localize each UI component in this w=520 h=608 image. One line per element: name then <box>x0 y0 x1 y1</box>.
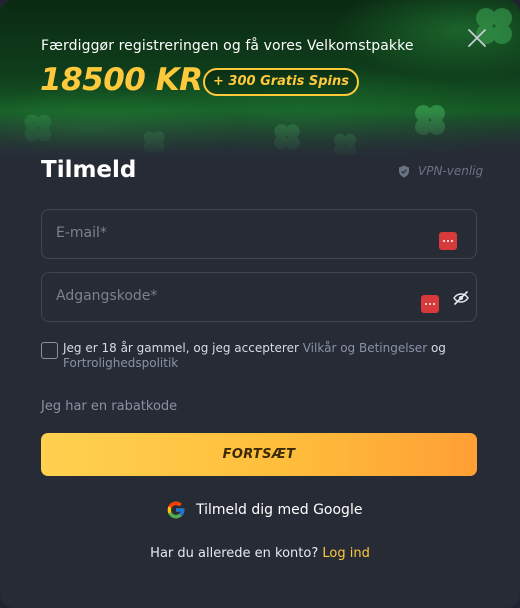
promo-amount: 18500 KR <box>40 62 203 98</box>
password-manager-icon[interactable] <box>439 232 457 250</box>
email-field[interactable]: E-mail* <box>41 209 477 259</box>
vpn-label: VPN-venlig <box>418 164 484 178</box>
free-spins-badge: + 300 Gratis Spins <box>203 68 359 96</box>
terms-text: Jeg er 18 år gammel, og jeg accepterer V… <box>63 341 463 371</box>
banner-fade <box>0 110 520 160</box>
login-row: Har du allerede en konto? Log ind <box>0 546 520 561</box>
promo-subtitle: Færdiggør registreringen og få vores Vel… <box>41 38 414 54</box>
privacy-link[interactable]: Fortrolighedspolitik <box>63 356 178 370</box>
google-label: Tilmeld dig med Google <box>196 502 363 518</box>
vpn-indicator: VPN-venlig <box>398 164 483 178</box>
close-icon[interactable] <box>466 27 488 49</box>
terms-link[interactable]: Vilkår og Betingelser <box>303 341 427 355</box>
email-input[interactable] <box>42 210 476 258</box>
password-manager-icon[interactable] <box>421 295 439 313</box>
shield-icon <box>399 165 409 177</box>
google-signup-button[interactable]: Tilmeld dig med Google <box>166 500 362 520</box>
promo-banner: Færdiggør registreringen og få vores Vel… <box>0 0 520 160</box>
page-title: Tilmeld <box>41 157 137 183</box>
terms-checkbox[interactable] <box>41 342 58 359</box>
eye-hidden-icon[interactable] <box>453 291 469 305</box>
submit-button[interactable]: FORTSÆT <box>41 433 477 476</box>
password-field[interactable]: Adgangskode* <box>41 272 477 322</box>
terms-prefix: Jeg er 18 år gammel, og jeg accepterer <box>63 341 303 355</box>
terms-and: og <box>427 341 446 355</box>
login-prompt: Har du allerede en konto? <box>150 546 323 561</box>
promo-code-link[interactable]: Jeg har en rabatkode <box>41 399 177 414</box>
password-input[interactable] <box>42 273 476 321</box>
google-icon <box>167 501 185 519</box>
signup-modal: Færdiggør registreringen og få vores Vel… <box>0 0 520 608</box>
login-link[interactable]: Log ind <box>322 546 369 561</box>
